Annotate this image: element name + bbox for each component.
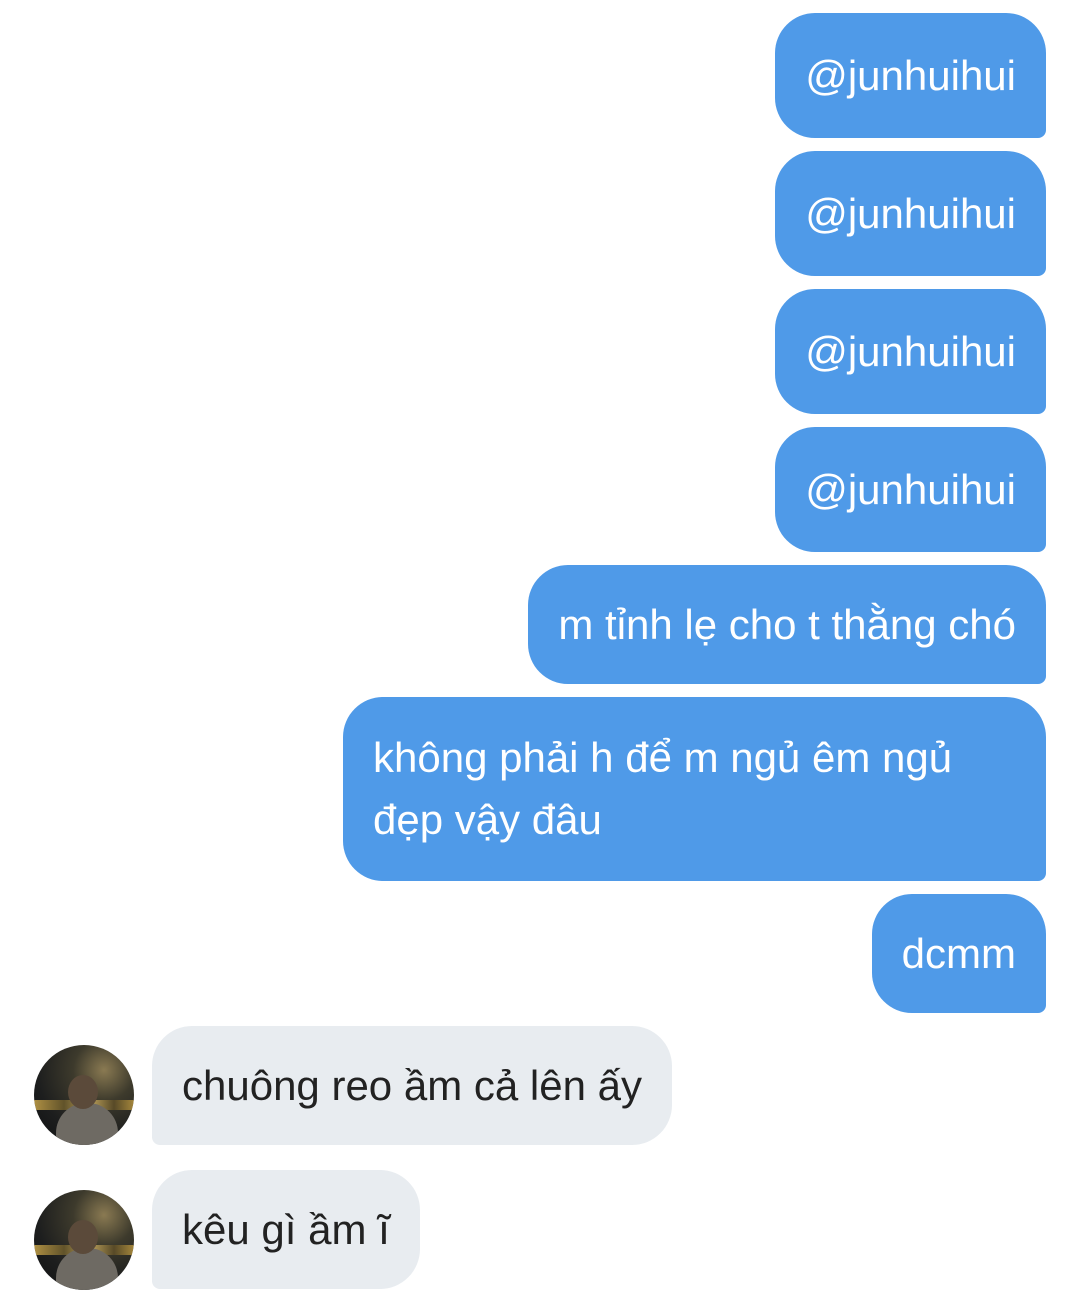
sent-message[interactable]: không phải h để m ngủ êm ngủ đẹp vậy đâu (343, 697, 1046, 881)
sent-message[interactable]: dcmm (871, 894, 1046, 1013)
avatar-head (68, 1220, 98, 1254)
contact-avatar[interactable] (34, 1190, 134, 1290)
sent-message[interactable]: @junhuihui (775, 151, 1046, 276)
chat-thread: @junhuihui @junhuihui @junhuihui @junhui… (0, 0, 1080, 1301)
contact-avatar[interactable] (34, 1045, 134, 1145)
received-message[interactable]: chuông reo ầm cả lên ấy (152, 1026, 672, 1145)
received-message[interactable]: kêu gì ầm ĩ (152, 1170, 420, 1289)
sent-message[interactable]: @junhuihui (775, 13, 1046, 138)
sent-message[interactable]: @junhuihui (775, 427, 1046, 552)
avatar-head (68, 1075, 98, 1109)
sent-message[interactable]: @junhuihui (775, 289, 1046, 414)
sent-message[interactable]: m tỉnh lẹ cho t thằng chó (528, 565, 1046, 684)
